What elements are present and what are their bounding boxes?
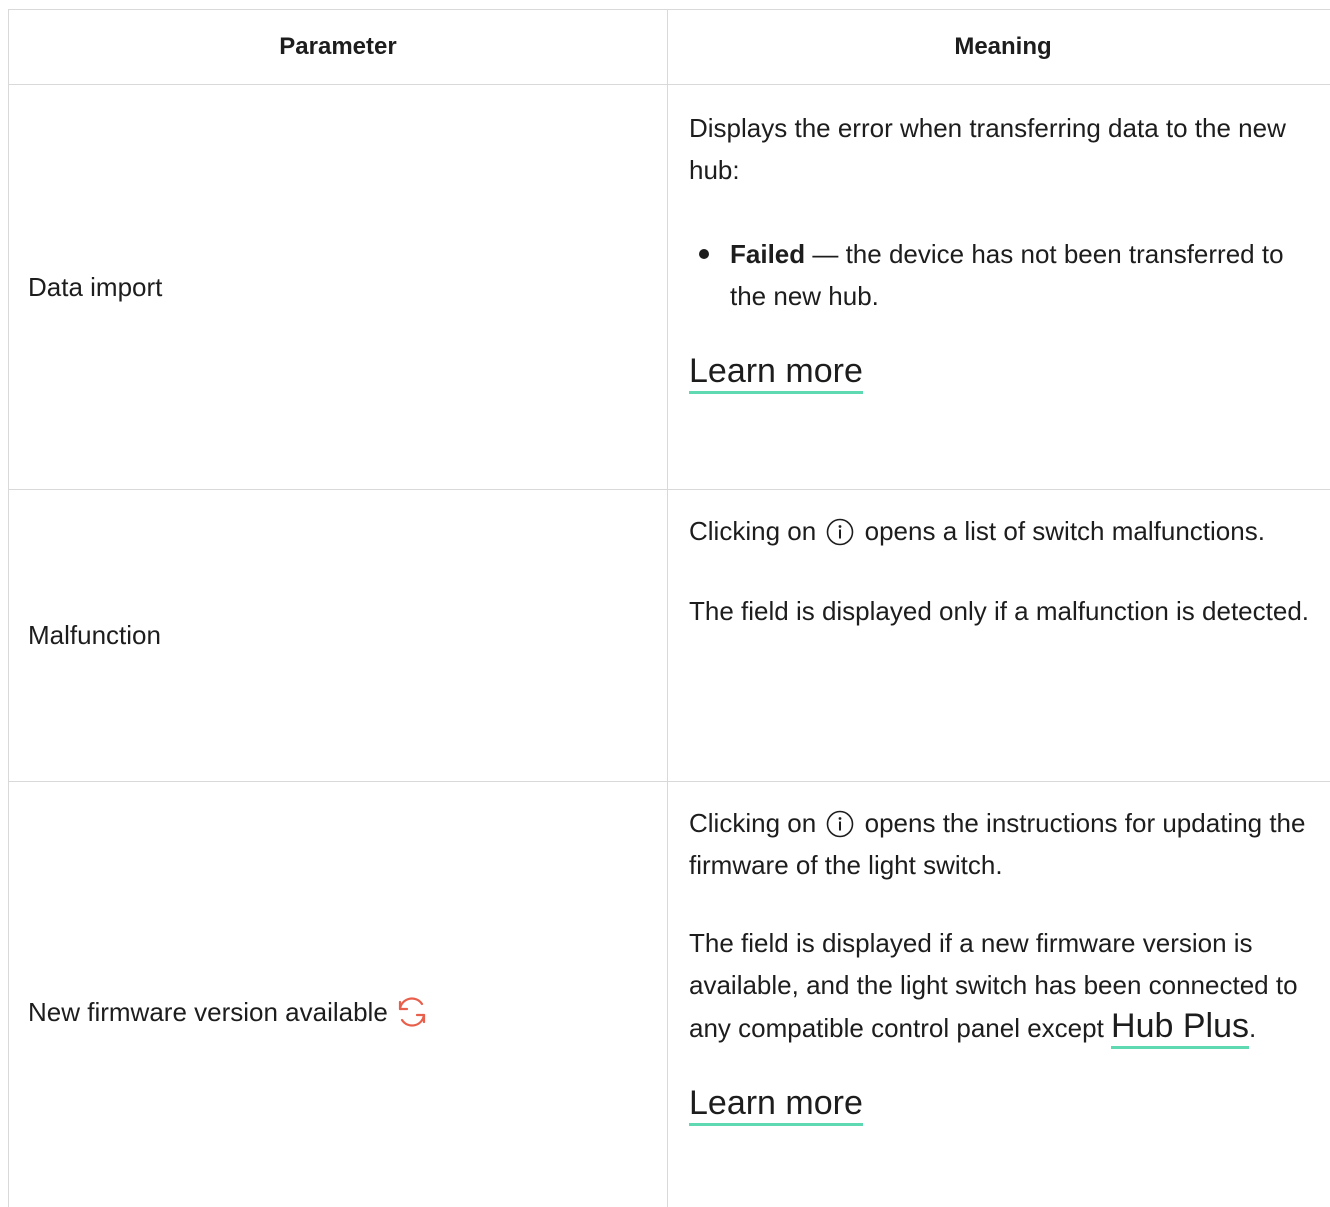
meaning-cell: Clicking on opens the instructions for u… <box>668 782 1330 1207</box>
header-meaning: Meaning <box>954 33 1052 60</box>
parameter-label: Malfunction <box>28 620 161 650</box>
meaning-text: Clicking on opens the instructions for u… <box>689 802 1318 886</box>
parameter-label: New firmware version available <box>28 996 388 1027</box>
info-icon[interactable] <box>825 517 855 547</box>
bullet-dot <box>699 249 709 259</box>
header-parameter: Parameter <box>8 10 668 84</box>
meaning-cell: Displays the error when transferring dat… <box>668 85 1330 489</box>
learn-more-link[interactable]: Learn more <box>689 1083 863 1126</box>
meaning-note: The field is displayed only if a malfunc… <box>689 596 1310 626</box>
list-item: Failed — the device has not been transfe… <box>689 233 1318 317</box>
table-row: New firmware version available Clicking … <box>8 782 1330 1207</box>
meaning-text-start: Clicking on <box>689 808 824 838</box>
refresh-icon <box>394 994 430 1030</box>
parameter-cell: New firmware version available <box>8 782 668 1207</box>
meaning-text: Clicking on opens a list of switch malfu… <box>689 510 1318 552</box>
hub-plus-link[interactable]: Hub Plus <box>1111 1006 1250 1049</box>
bullet-bold: Failed <box>730 239 806 269</box>
bullet-text: Failed — the device has not been transfe… <box>730 233 1318 317</box>
meaning-text-start: Clicking on <box>689 516 824 546</box>
meaning-note-period: . <box>1249 1013 1257 1043</box>
meaning-note: The field is displayed if a new firmware… <box>689 922 1318 1049</box>
meaning-text: Displays the error when transferring dat… <box>689 113 1286 185</box>
parameter-cell: Data import <box>8 85 668 489</box>
parameter-table: Parameter Meaning Data import Displays t… <box>8 9 1330 1207</box>
parameter-label: Data import <box>28 271 163 302</box>
info-icon[interactable] <box>825 809 855 839</box>
meaning-cell: Clicking on opens a list of switch malfu… <box>668 490 1330 781</box>
table-row: Data import Displays the error when tran… <box>8 85 1330 490</box>
learn-more-link[interactable]: Learn more <box>689 351 863 394</box>
table-header-row: Parameter Meaning <box>8 9 1330 85</box>
parameter-cell: Malfunction <box>8 490 668 781</box>
table-row: Malfunction Clicking on opens a list of … <box>8 490 1330 782</box>
bullet-body: — the device has not been transferred to… <box>730 239 1284 311</box>
meaning-text-end: opens a list of switch malfunctions. <box>857 516 1265 546</box>
